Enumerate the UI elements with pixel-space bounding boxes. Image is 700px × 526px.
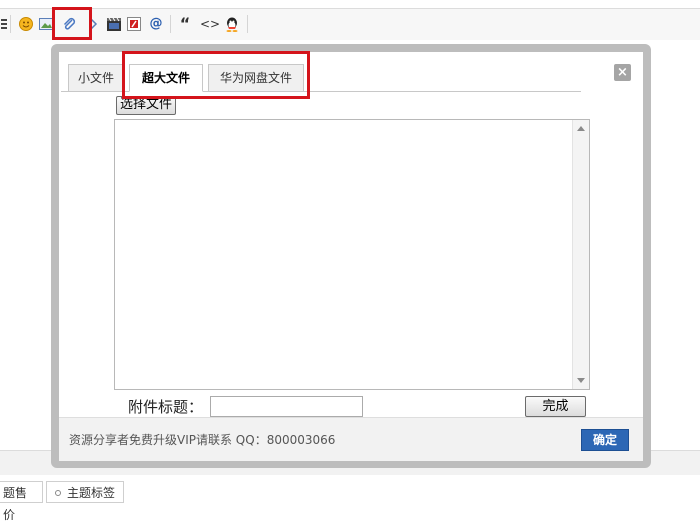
toolbar-separator	[247, 15, 248, 33]
done-button[interactable]: 完成	[525, 396, 586, 417]
upload-dialog: 小文件 超大文件 华为网盘文件 × 选择文件 附件标题： 完成 资源分享者免费升…	[59, 52, 643, 461]
upload-dialog-frame: 小文件 超大文件 华为网盘文件 × 选择文件 附件标题： 完成 资源分享者免费升…	[51, 44, 651, 468]
flash-icon[interactable]	[126, 16, 142, 32]
bullet-icon	[55, 490, 61, 496]
tabs-highlight	[122, 51, 310, 99]
tab-small-file[interactable]: 小文件	[68, 64, 124, 92]
toolbar-separator	[10, 15, 11, 33]
tab-price[interactable]: 题售价	[0, 481, 43, 522]
caption-input[interactable]	[210, 396, 363, 417]
close-icon[interactable]: ×	[614, 64, 631, 81]
editor-toolbar: @ “ <>	[0, 8, 700, 41]
caption-label: 附件标题：	[128, 398, 204, 416]
vip-notice: 资源分享者免费升级VIP请联系 QQ：800003066	[69, 433, 336, 447]
at-icon[interactable]: @	[148, 16, 164, 32]
attachment-highlight	[52, 7, 92, 40]
qq-icon[interactable]	[224, 16, 240, 32]
toolbar-separator	[170, 15, 171, 33]
scroll-up-icon[interactable]	[577, 126, 585, 131]
file-list-scrollbar[interactable]	[572, 120, 589, 389]
tab-topic-tags-label: 主题标签	[67, 486, 116, 500]
tab-topic-tags[interactable]: 主题标签	[46, 481, 124, 503]
quote-icon[interactable]: “	[177, 16, 193, 32]
dialog-footer: 资源分享者免费升级VIP请联系 QQ：800003066 确定	[59, 417, 643, 461]
smiley-icon[interactable]	[18, 16, 34, 32]
code-icon[interactable]: <>	[200, 16, 220, 32]
video-icon[interactable]	[106, 16, 122, 32]
scroll-down-icon[interactable]	[577, 378, 585, 383]
file-list[interactable]	[114, 119, 590, 390]
ok-button[interactable]: 确定	[581, 429, 629, 451]
